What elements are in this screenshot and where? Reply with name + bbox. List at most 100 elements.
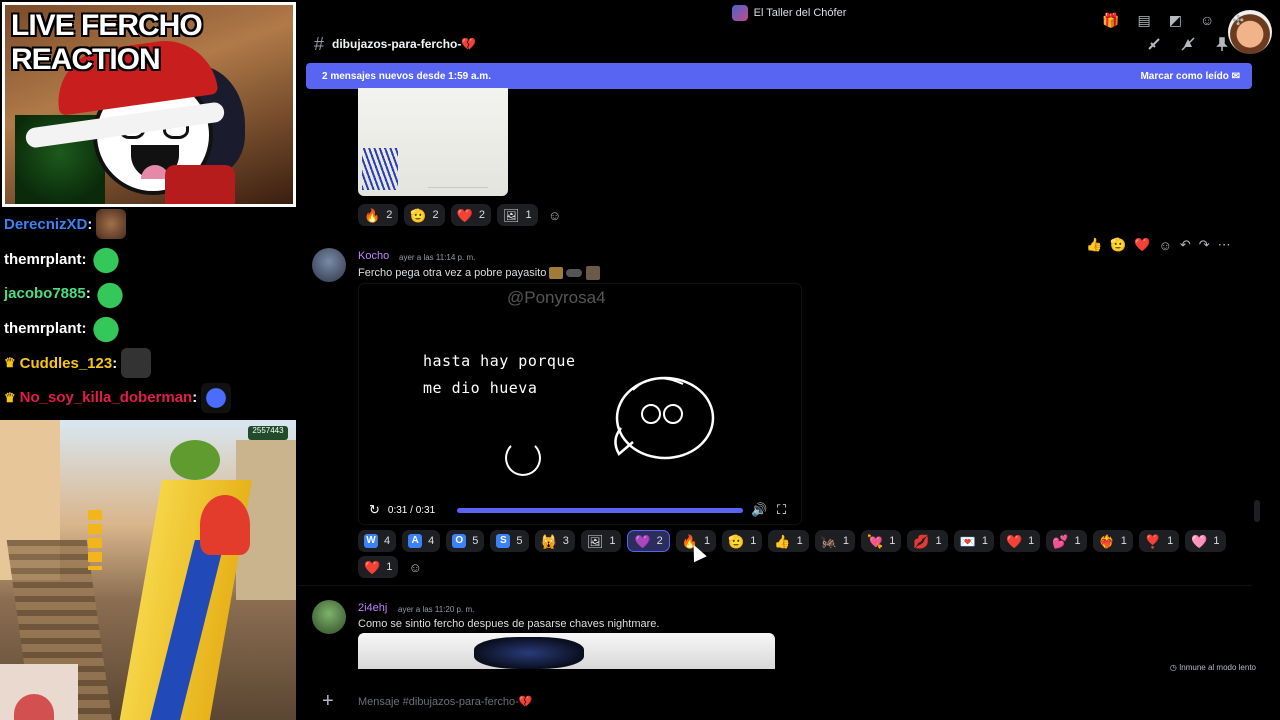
author-avatar[interactable] <box>312 600 346 634</box>
reaction-emoji-icon: 🩷 <box>1191 533 1208 549</box>
reply-icon[interactable]: ↶ <box>1180 237 1191 253</box>
reaction-button[interactable]: 🖼 1 <box>496 204 538 226</box>
reaction-count: 1 <box>842 535 850 547</box>
reaction-button[interactable]: O5 <box>446 530 485 552</box>
chat-separator: : <box>81 319 87 337</box>
video-caption: hasta hay porque me dio hueva <box>423 348 576 402</box>
reaction-emoji-icon: A <box>408 534 423 548</box>
threads-icon[interactable] <box>1146 36 1162 52</box>
reaction-count: 1 <box>1120 535 1127 547</box>
chat-separator: : <box>192 389 198 407</box>
mark-as-read-button[interactable]: Marcar como leído ✉ <box>1140 71 1240 82</box>
custom-emoji-icon <box>566 269 583 277</box>
reaction-button[interactable]: 👍 1 <box>768 530 809 552</box>
message-composer[interactable]: + Mensaje #dibujazos-para-fercho-💔 <box>298 682 1280 720</box>
scrollbar-thumb[interactable] <box>1254 500 1260 522</box>
thumbs-up-quick-react[interactable]: 👍 <box>1086 237 1102 253</box>
reaction-button[interactable]: 💋 1 <box>907 530 948 552</box>
message-author[interactable]: 2i4ehj <box>358 602 387 614</box>
reaction-count: 5 <box>472 535 479 547</box>
reaction-button[interactable]: 💌 1 <box>953 530 994 552</box>
chat-separator: : <box>112 354 118 372</box>
message-author[interactable]: Kocho <box>358 250 389 262</box>
video-player[interactable]: @Ponyrosa4 hasta hay porque me dio hueva… <box>358 283 802 525</box>
reaction-button[interactable]: 🫡 2 <box>404 204 445 226</box>
clock-icon: ◷ <box>1169 663 1180 672</box>
reaction-emoji-icon: 🔥 <box>364 207 381 223</box>
reaction-button[interactable]: W4 <box>358 530 397 552</box>
message-text: Fercho pega otra vez a pobre payasito <box>358 266 600 280</box>
video-caption-line: hasta hay porque <box>423 352 576 370</box>
reaction-button[interactable]: 🖼 1 <box>580 530 622 552</box>
reaction-button[interactable]: ❤️ 2 <box>450 204 491 226</box>
reaction-emoji-icon: 💘 <box>867 533 884 549</box>
game-score: 2557443 <box>248 426 288 440</box>
chat-separator: : <box>85 285 91 303</box>
pin-icon[interactable] <box>1214 36 1230 52</box>
reaction-button[interactable]: 🫡 1 <box>722 530 763 552</box>
reaction-emoji-icon: S <box>496 534 511 548</box>
salute-quick-react[interactable]: 🫡 <box>1110 237 1126 253</box>
reaction-count: 2 <box>478 209 485 221</box>
reaction-button[interactable]: 💕 1 <box>1046 530 1087 552</box>
reaction-button[interactable]: ❤️ 1 <box>358 556 399 578</box>
reaction-button[interactable]: S5 <box>490 530 529 552</box>
reaction-emoji-icon: 💋 <box>913 533 930 549</box>
reaction-button[interactable]: 🩷 1 <box>1185 530 1226 552</box>
fullscreen-icon[interactable]: ⛶ <box>777 502 786 518</box>
apps-icon[interactable]: ✣ <box>1232 12 1244 29</box>
add-reaction-icon[interactable]: ☺ <box>1159 238 1172 253</box>
video-progress-bar[interactable] <box>457 508 743 513</box>
reaction-emoji-icon: ❤️ <box>456 207 473 223</box>
reaction-button[interactable]: 🙀 3 <box>534 530 575 552</box>
custom-emoji-icon <box>585 266 600 280</box>
runner-character <box>200 495 250 555</box>
reaction-button[interactable]: 💜 2 <box>627 530 670 552</box>
thumbnail-image <box>0 664 78 720</box>
reaction-button[interactable]: A4 <box>402 530 441 552</box>
gif-icon[interactable]: ▤ <box>1138 12 1151 29</box>
reaction-button[interactable]: ❤️‍🔥 1 <box>1092 530 1133 552</box>
message-text: Como se sintio fercho despues de pasarse… <box>358 618 660 630</box>
webcam-panel: LIVE FERCHO REACTION <box>2 2 296 207</box>
reaction-emoji-icon: 💕 <box>1052 533 1069 549</box>
heart-quick-react[interactable]: ❤️ <box>1134 237 1150 253</box>
composer-input[interactable]: Mensaje #dibujazos-para-fercho-💔 <box>358 695 533 708</box>
attachment-image[interactable] <box>358 633 775 669</box>
reaction-emoji-icon: ❤️‍🔥 <box>1098 533 1115 549</box>
server-name: El Taller del Chófer <box>753 7 847 19</box>
forward-icon[interactable]: ↷ <box>1199 237 1210 253</box>
gift-icon[interactable]: 🎁 <box>1102 12 1119 29</box>
attachment-image[interactable] <box>358 88 508 196</box>
new-messages-banner[interactable]: 2 mensajes nuevos desde 1:59 a.m. Marcar… <box>306 63 1252 89</box>
reaction-button[interactable]: ❤️ 1 <box>999 530 1041 552</box>
add-reaction-icon[interactable]: ☺ <box>544 204 566 226</box>
reaction-count: 4 <box>384 535 391 547</box>
message-divider <box>298 585 1252 586</box>
emoji-icon[interactable]: ☺ <box>1200 12 1214 29</box>
apple-emote-icon <box>90 244 121 275</box>
crown-icon: ♛ <box>4 355 16 371</box>
drawn-character-image <box>614 376 715 460</box>
reaction-button[interactable]: 🦗 1 <box>814 530 856 552</box>
reaction-count: 3 <box>562 535 569 547</box>
chat-message: jacobo7885: <box>0 276 298 311</box>
add-reaction-icon[interactable]: ☺ <box>404 556 426 578</box>
reaction-emoji-icon: ❤️ <box>364 559 381 575</box>
add-attachment-icon[interactable]: + <box>322 690 338 713</box>
notifications-muted-icon[interactable] <box>1180 36 1196 52</box>
reaction-count: 1 <box>1028 535 1035 547</box>
more-options-icon[interactable]: ⋯ <box>1218 237 1231 253</box>
reaction-count: 1 <box>935 535 942 547</box>
composer-toolbar: 🎁 ▤ ◩ ☺ ✣ <box>1102 12 1244 29</box>
reaction-button[interactable]: ❣️ 1 <box>1138 530 1180 552</box>
reactions-bar: 🔥 2 🫡 2 ❤️ 2 🖼 1 ☺ <box>358 204 566 226</box>
author-avatar[interactable] <box>312 248 346 282</box>
reaction-button[interactable]: 💘 1 <box>861 530 902 552</box>
replay-icon[interactable]: ↻ <box>369 502 380 518</box>
sticker-icon[interactable]: ◩ <box>1169 12 1182 29</box>
face-emote-icon <box>96 209 127 240</box>
volume-icon[interactable]: 🔊 <box>751 502 767 518</box>
reaction-emoji-icon: 🫡 <box>728 533 745 549</box>
reaction-button[interactable]: 🔥 2 <box>358 204 399 226</box>
